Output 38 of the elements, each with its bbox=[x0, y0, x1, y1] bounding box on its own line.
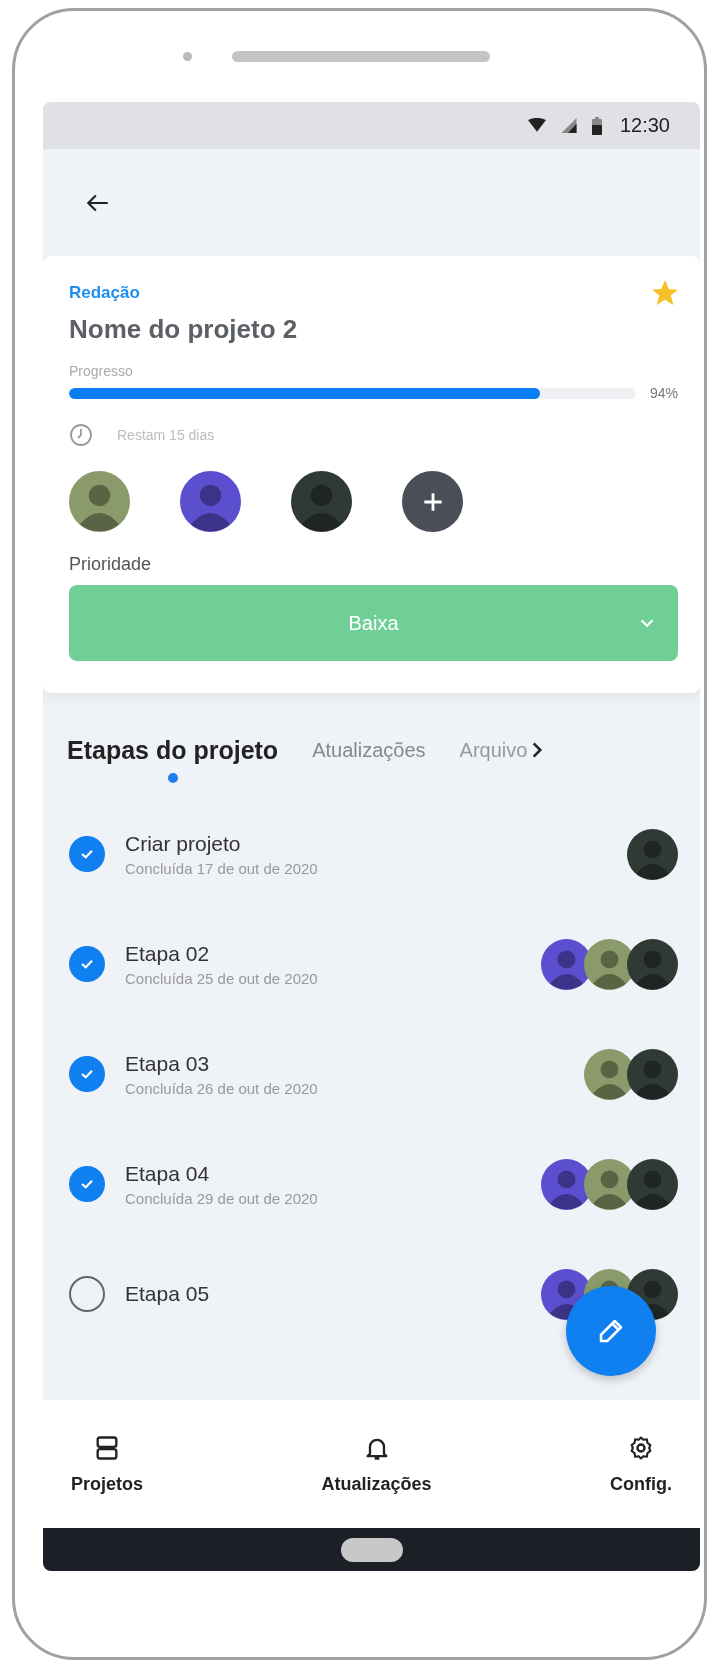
step-title: Etapa 05 bbox=[125, 1282, 211, 1306]
projects-icon bbox=[93, 1433, 121, 1462]
remaining-days: Restam 15 dias bbox=[117, 427, 215, 443]
nav-item[interactable]: Projetos bbox=[71, 1433, 144, 1495]
step-title: Criar projeto bbox=[125, 831, 242, 856]
home-button[interactable] bbox=[340, 1537, 403, 1562]
avatar[interactable] bbox=[291, 471, 352, 532]
project-name: Nome do projeto 2 bbox=[69, 314, 299, 345]
status-time: 12:30 bbox=[619, 114, 670, 137]
edit-button[interactable] bbox=[566, 1286, 656, 1376]
nav-item[interactable]: Atualizações bbox=[321, 1433, 432, 1495]
step-checkbox[interactable] bbox=[69, 836, 105, 872]
step-title: Etapa 03 bbox=[125, 1051, 211, 1076]
battery-icon bbox=[591, 116, 602, 135]
progress-label: Progresso bbox=[69, 363, 134, 379]
step-title: Etapa 04 bbox=[125, 1161, 211, 1186]
project-category: Redação bbox=[69, 283, 140, 303]
wifi-icon bbox=[527, 118, 546, 133]
step-date: Concluída 25 de out de 2020 bbox=[125, 969, 319, 987]
star-icon[interactable] bbox=[652, 280, 678, 306]
step-checkbox[interactable] bbox=[69, 946, 105, 982]
step-checkbox[interactable] bbox=[69, 1276, 105, 1312]
step-checkbox[interactable] bbox=[69, 1056, 105, 1092]
progress-percent: 94% bbox=[649, 385, 678, 401]
priority-label: Prioridade bbox=[69, 554, 153, 575]
nav-item[interactable]: Config. bbox=[610, 1433, 672, 1495]
tab[interactable]: Etapas do projeto bbox=[67, 733, 279, 783]
step-date: Concluída 26 de out de 2020 bbox=[125, 1079, 319, 1097]
step-date: Concluída 29 de out de 2020 bbox=[125, 1189, 319, 1207]
add-member-button[interactable] bbox=[402, 471, 463, 532]
camera-dot bbox=[183, 52, 192, 61]
signal-icon bbox=[559, 118, 578, 133]
step-date: Concluída 17 de out de 2020 bbox=[125, 859, 319, 877]
clock-icon bbox=[69, 423, 93, 447]
step-checkbox[interactable] bbox=[69, 1166, 105, 1202]
avatar[interactable] bbox=[180, 471, 241, 532]
step-title: Etapa 02 bbox=[125, 941, 211, 966]
avatar[interactable] bbox=[69, 471, 130, 532]
